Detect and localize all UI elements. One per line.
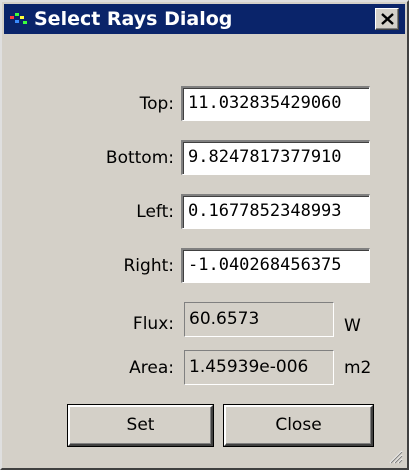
area-label: Area: <box>129 358 174 378</box>
left-input[interactable] <box>181 194 370 229</box>
title-bar[interactable]: Select Rays Dialog <box>4 4 405 34</box>
flux-unit: W <box>344 316 361 336</box>
area-value: 1.45939e-006 <box>184 350 334 385</box>
top-input-value[interactable] <box>188 88 369 119</box>
flux-value: 60.6573 <box>184 302 334 337</box>
set-button[interactable]: Set <box>68 405 213 446</box>
bottom-label: Bottom: <box>105 148 174 168</box>
close-x-icon <box>381 13 394 25</box>
top-label: Top: <box>139 94 174 114</box>
resize-grip-icon[interactable] <box>387 448 403 464</box>
title-close-button[interactable] <box>375 8 399 30</box>
app-logo-icon <box>10 13 27 24</box>
area-unit: m2 <box>344 358 372 378</box>
dialog-title: Select Rays Dialog <box>34 8 233 30</box>
bottom-input[interactable] <box>181 140 370 175</box>
left-input-value[interactable] <box>188 196 369 227</box>
flux-label: Flux: <box>132 314 174 334</box>
right-input[interactable] <box>181 248 370 283</box>
bottom-input-value[interactable] <box>188 142 369 173</box>
top-input[interactable] <box>181 86 370 121</box>
select-rays-dialog: Select Rays Dialog Top: Bottom: Left: Ri… <box>0 0 409 470</box>
close-button[interactable]: Close <box>224 405 373 446</box>
left-label: Left: <box>136 202 174 222</box>
right-input-value[interactable] <box>188 250 369 281</box>
right-label: Right: <box>123 256 175 276</box>
